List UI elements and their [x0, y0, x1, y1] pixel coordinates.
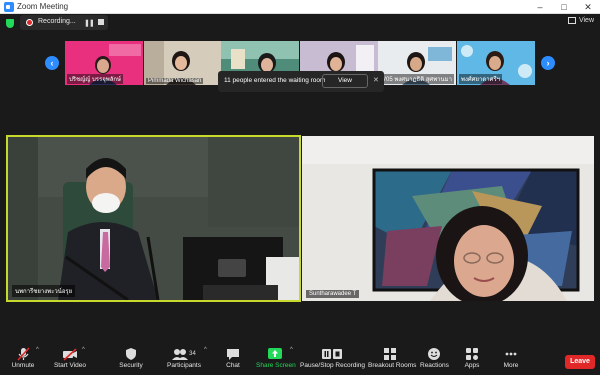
- more-label: More: [503, 362, 519, 369]
- security-button[interactable]: Security: [116, 346, 146, 369]
- share-screen-button[interactable]: Share Screen: [256, 346, 296, 369]
- encryption-shield-icon[interactable]: [6, 19, 14, 28]
- apps-icon: [466, 348, 478, 360]
- view-label: View: [578, 17, 594, 24]
- pause-recording-icon[interactable]: ❚❚: [84, 19, 95, 27]
- pause-stop-recording-icon: [322, 349, 342, 359]
- participant-thumbnail[interactable]: พงศ์ศยาดาศรีฯ: [457, 41, 535, 85]
- waiting-room-view-button[interactable]: View: [322, 74, 368, 88]
- participant-thumbnail[interactable]: V05 พงศนาฏธิติ สุศพานมา: [378, 41, 456, 85]
- participant-video-tile[interactable]: Suntharawadee T: [302, 136, 594, 301]
- zoom-window: Zoom Meeting – □ ✕ Recording... ❚❚ View …: [0, 0, 600, 375]
- active-speaker-video[interactable]: นพการีชยางพะวน์อรุย: [6, 135, 301, 302]
- security-label: Security: [119, 362, 143, 369]
- chat-button[interactable]: Chat: [222, 346, 244, 369]
- video-off-icon: [63, 348, 77, 361]
- recording-dot-icon: [26, 19, 33, 26]
- apps-button[interactable]: Apps: [462, 346, 482, 369]
- next-page-button[interactable]: ›: [541, 56, 555, 70]
- unmute-button[interactable]: Unmute: [8, 346, 38, 369]
- participants-button[interactable]: 34 Participants: [164, 346, 204, 369]
- participant-name: พงศ์ศยาดาศรีฯ: [459, 74, 503, 84]
- breakout-rooms-label: Breakout Rooms: [368, 362, 417, 369]
- stop-recording-icon[interactable]: [98, 19, 104, 25]
- audio-options-chevron-icon[interactable]: ^: [36, 347, 39, 353]
- chat-label: Chat: [226, 362, 240, 369]
- more-dots-icon: [505, 352, 517, 356]
- share-screen-label: Share Screen: [256, 362, 296, 369]
- apps-label: Apps: [464, 362, 480, 369]
- close-notification-icon[interactable]: ✕: [373, 76, 379, 84]
- previous-page-button[interactable]: ‹: [45, 56, 59, 70]
- participant-video-feed: [302, 136, 594, 301]
- recording-indicator: Recording... ❚❚: [20, 15, 108, 30]
- start-video-label: Start Video: [53, 362, 87, 369]
- speaker-name-label: นพการีชยางพะวน์อรุย: [12, 285, 76, 297]
- view-button[interactable]: View: [567, 17, 594, 24]
- participant-name-label: Suntharawadee T: [306, 290, 360, 298]
- zoom-logo-icon: [4, 2, 14, 12]
- participants-icon: [172, 349, 189, 360]
- maximize-button[interactable]: □: [552, 0, 576, 14]
- participants-options-chevron-icon[interactable]: ^: [204, 347, 207, 353]
- more-button[interactable]: More: [500, 346, 522, 369]
- title-bar: Zoom Meeting – □ ✕: [0, 0, 600, 14]
- participants-label: Participants: [167, 362, 201, 369]
- minimize-button[interactable]: –: [528, 0, 552, 14]
- leave-button[interactable]: Leave: [565, 355, 595, 369]
- share-options-chevron-icon[interactable]: ^: [290, 347, 293, 353]
- video-options-chevron-icon[interactable]: ^: [82, 347, 85, 353]
- window-controls: – □ ✕: [528, 0, 600, 14]
- smiley-face-icon: [428, 348, 440, 360]
- window-title: Zoom Meeting: [17, 2, 69, 11]
- security-shield-icon: [126, 348, 136, 360]
- meeting-toolbar: Unmute ^ Start Video ^ Security 34 Parti…: [0, 344, 600, 375]
- close-button[interactable]: ✕: [576, 0, 600, 14]
- participant-name: Pimmada Wichasan: [146, 78, 204, 84]
- breakout-rooms-button[interactable]: Breakout Rooms: [368, 346, 417, 369]
- breakout-rooms-icon: [384, 348, 396, 360]
- waiting-room-message: 11 people entered the waiting room: [224, 77, 326, 84]
- participant-thumbnail[interactable]: Pimmada Wichasan: [144, 41, 222, 85]
- muted-microphone-icon: [17, 347, 30, 361]
- grid-view-icon: [567, 17, 576, 24]
- speaker-video-feed: [8, 137, 299, 300]
- reactions-button[interactable]: Reactions: [420, 346, 449, 369]
- waiting-room-notification: 11 people entered the waiting room View …: [218, 71, 384, 92]
- chat-bubble-icon: [227, 349, 239, 360]
- participants-count: 34: [189, 351, 196, 357]
- participant-thumbnail[interactable]: ปริชญ์ญ์ บรรจุพลักษ์: [65, 41, 143, 85]
- pause-stop-recording-label: Pause/Stop Recording: [300, 362, 366, 369]
- reactions-label: Reactions: [420, 362, 449, 369]
- participant-name: ปริชญ์ญ์ บรรจุพลักษ์: [67, 74, 123, 84]
- recording-label: Recording...: [38, 18, 76, 25]
- pause-stop-recording-button[interactable]: Pause/Stop Recording: [300, 346, 366, 369]
- share-screen-icon: [268, 348, 282, 359]
- unmute-label: Unmute: [11, 362, 35, 369]
- participant-name: V05 พงศนาฏธิติ สุศพานมา: [380, 74, 454, 84]
